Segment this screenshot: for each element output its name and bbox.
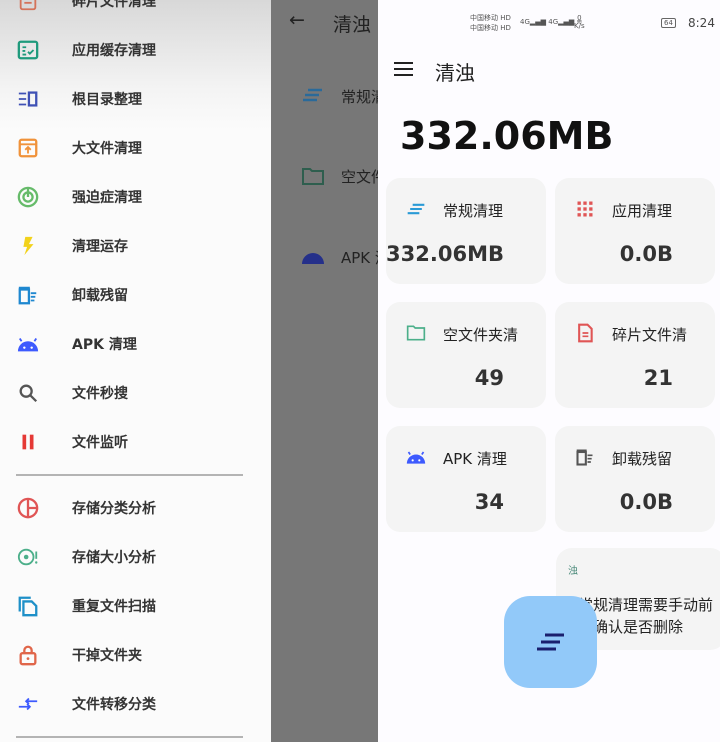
pie-chart-icon <box>16 496 40 520</box>
total-size: 332.06MB <box>400 114 614 158</box>
clock: 8:24 <box>688 16 715 30</box>
drawer-item[interactable]: 清理运存 <box>0 221 271 270</box>
card-value: 34 <box>474 490 504 514</box>
drawer-item[interactable]: APK 清理 <box>0 319 271 368</box>
drawer-item[interactable]: 文件秒搜 <box>0 368 271 417</box>
fragment-file-icon <box>16 0 40 13</box>
list-lines-icon <box>536 633 564 651</box>
drawer-item-label: 重复文件扫描 <box>72 598 156 615</box>
menu-button[interactable] <box>394 61 414 81</box>
drawer-item[interactable]: 文件监听 <box>0 417 271 466</box>
drawer-item-label: 文件秒搜 <box>72 385 128 402</box>
network-speed: 0 K/s <box>574 14 585 30</box>
card-value: 21 <box>643 366 673 390</box>
clean-card[interactable]: 空文件夹清 49 <box>386 302 546 408</box>
drawer-item-label: 强迫症清理 <box>72 189 142 206</box>
duplicate-file-icon <box>16 594 40 618</box>
card-value: 0.0B <box>619 242 673 266</box>
drawer-item-label: 文件监听 <box>72 434 128 451</box>
drawer-item-label: 卸载残留 <box>72 287 128 304</box>
navigation-drawer: 碎片文件清理应用缓存清理 根目录整理大文件清理强迫症清理清理运存卸载残留 APK 清… <box>0 0 271 742</box>
row-label: 常规清理 <box>341 88 378 106</box>
drawer-item-label: 碎片文件清理 <box>72 0 156 10</box>
card-value: 332.06MB <box>386 242 504 266</box>
drawer-menu: 碎片文件清理应用缓存清理 根目录整理大文件清理强迫症清理清理运存卸载残留 APK 清… <box>0 0 271 742</box>
drawer-item[interactable]: 干掉文件夹 <box>0 630 271 679</box>
back-arrow-icon: ← <box>289 9 305 31</box>
drawer-item[interactable]: 卸载残留 <box>0 270 271 319</box>
lock-icon <box>16 643 40 667</box>
page-title: 清浊 <box>333 14 372 36</box>
dimmed-background-screen[interactable]: ← 清浊 常规清理 空文件夹清 APK 清理 <box>271 0 378 742</box>
folder-icon <box>406 324 426 342</box>
tip-badge: 浊 <box>568 566 578 577</box>
list-lines-icon <box>406 200 426 218</box>
drawer-item[interactable]: 存储大小分析 <box>0 532 271 581</box>
folder-icon <box>302 168 324 185</box>
drawer-item[interactable]: 强迫症清理 <box>0 172 271 221</box>
clean-card[interactable]: 碎片文件清 21 <box>555 302 715 408</box>
app-grid-icon <box>575 200 595 218</box>
drawer-item-label: 清理运存 <box>72 238 128 255</box>
transfer-icon <box>16 692 40 716</box>
card-title: 应用清理 <box>612 202 673 220</box>
root-directory-icon <box>16 87 40 111</box>
drawer-item[interactable]: 碎片文件清理 <box>0 0 271 25</box>
drawer-item[interactable]: 文件转移分类 <box>0 679 271 728</box>
storage-size-icon <box>16 545 40 569</box>
clean-card[interactable]: 卸载残留 0.0B <box>555 426 715 532</box>
search-icon <box>16 381 40 405</box>
drawer-item[interactable]: 根目录整理 <box>0 74 271 123</box>
drawer-item-label: 文件转移分类 <box>72 696 156 713</box>
uninstall-residue-icon <box>575 448 595 466</box>
app-title: 清浊 <box>435 61 475 85</box>
row-label: 空文件夹清 <box>341 168 378 186</box>
card-title: 空文件夹清 <box>443 326 519 344</box>
drawer-item-label: 根目录整理 <box>72 91 142 108</box>
card-title: APK 清理 <box>443 450 507 468</box>
clean-fab-button[interactable] <box>504 596 597 688</box>
lightning-icon <box>16 234 40 258</box>
clean-card[interactable]: 常规清理 332.06MB <box>386 178 546 284</box>
android-icon <box>16 332 40 356</box>
card-title: 常规清理 <box>443 202 504 220</box>
card-value: 49 <box>474 366 504 390</box>
row-label: APK 清理 <box>341 249 378 267</box>
main-screen: 中国移动 HD 中国移动 HD 4G▂▄▆ 4G▂▄▆ ≋ 0 K/s 64 8:2… <box>378 0 720 742</box>
hamburger-icon <box>394 62 413 76</box>
clean-card[interactable]: 应用清理 0.0B <box>555 178 715 284</box>
card-title: 碎片文件清 <box>612 326 688 344</box>
radar-icon <box>16 185 40 209</box>
drawer-item[interactable]: 大文件清理 <box>0 123 271 172</box>
divider <box>0 728 271 742</box>
card-value: 0.0B <box>619 490 673 514</box>
document-icon <box>575 323 595 343</box>
drawer-item-label: 干掉文件夹 <box>72 647 142 664</box>
drawer-item[interactable]: 存储分类分析 <box>0 483 271 532</box>
drawer-item-label: 应用缓存清理 <box>72 42 156 59</box>
drawer-item-label: 存储大小分析 <box>72 549 156 566</box>
pause-icon <box>16 430 40 454</box>
app-cache-icon <box>16 38 40 62</box>
battery-indicator: 64 <box>661 18 676 28</box>
list-lines-icon <box>303 88 322 102</box>
clean-card[interactable]: APK 清理 34 <box>386 426 546 532</box>
tip-text: 常规清理需要手动前 往确认是否删除 <box>578 596 714 636</box>
drawer-item-label: 存储分类分析 <box>72 500 156 517</box>
drawer-item-label: APK 清理 <box>72 336 137 353</box>
drawer-item[interactable]: 重复文件扫描 <box>0 581 271 630</box>
large-file-icon <box>16 136 40 160</box>
drawer-item-label: 大文件清理 <box>72 140 142 157</box>
uninstall-residue-icon <box>16 283 40 307</box>
drawer-item[interactable]: 应用缓存清理 <box>0 25 271 74</box>
divider <box>0 466 271 483</box>
android-icon <box>406 448 426 466</box>
android-icon <box>302 253 324 264</box>
status-carriers: 中国移动 HD 中国移动 HD <box>470 14 511 32</box>
card-title: 卸载残留 <box>612 450 673 468</box>
